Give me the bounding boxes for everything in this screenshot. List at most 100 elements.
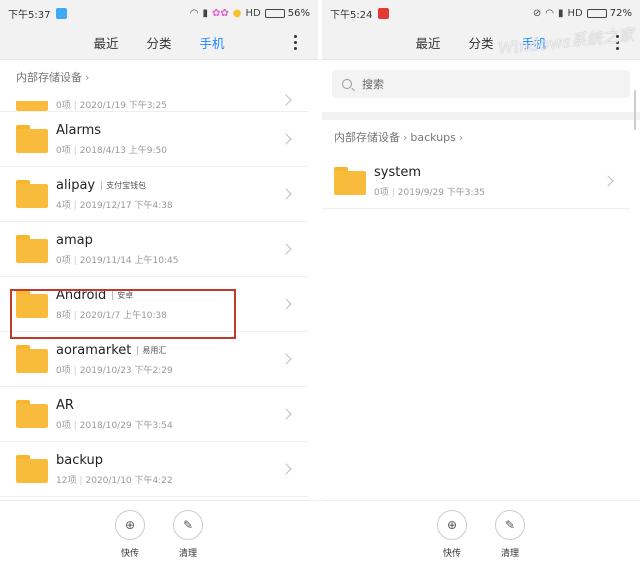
folder-name: aoramarket <box>56 342 132 358</box>
left-screen: 下午5:37 ◠ ▮ ✿✿ ● HD 56% 最近 分类 手机 内部存储设备 ›… <box>0 0 318 566</box>
item-date: 2018/10/29 下午3:54 <box>79 420 173 431</box>
list-item-aoramarket[interactable]: aoramarket 易用汇 0项 | 2019/10/23 下午2:29 <box>0 332 308 387</box>
item-date: 2019/12/17 下午4:38 <box>79 200 173 211</box>
scrollbar[interactable] <box>634 90 636 130</box>
item-date: 2020/1/7 上午10:38 <box>79 310 167 321</box>
signal-icon: ▮ <box>202 7 209 19</box>
item-count: 4项 <box>56 200 71 211</box>
battery-icon: 72% <box>586 7 632 19</box>
item-count: 0项 <box>56 420 71 431</box>
folder-name: Alarms <box>56 122 102 138</box>
breadcrumb: 内部存储设备 › backups › <box>322 120 640 154</box>
tab-category[interactable]: 分类 <box>146 33 171 52</box>
folder-name: alipay <box>56 177 96 193</box>
tab-category[interactable]: 分类 <box>468 33 493 52</box>
tab-recent[interactable]: 最近 <box>415 33 440 52</box>
tab-bar: 最近 分类 手机 <box>0 26 318 60</box>
item-count: 0项 <box>56 255 71 266</box>
alarm-icon: ⊘ <box>532 7 542 19</box>
breadcrumb-backups[interactable]: backups <box>410 131 456 144</box>
bottom-bar: ⊕ 快传 ✎ 清理 <box>322 500 640 566</box>
folder-tag: 安卓 <box>112 290 133 300</box>
notification-icon <box>378 7 390 19</box>
tab-phone[interactable]: 手机 <box>200 33 225 52</box>
status-time: 下午5:24 <box>330 9 373 21</box>
folder-name: AR <box>56 397 74 413</box>
item-count: 0项 <box>374 187 389 198</box>
folder-icon <box>16 345 48 373</box>
folder-icon <box>16 400 48 428</box>
status-time: 下午5:37 <box>8 9 51 21</box>
item-count: 0项 <box>56 101 71 111</box>
status-hd: HD <box>567 7 583 19</box>
status-bar: 下午5:24 ⊘ ◠ ▮ HD 72% <box>322 0 640 26</box>
clean-button[interactable]: ✎ 清理 <box>168 510 208 566</box>
tab-recent[interactable]: 最近 <box>93 33 118 52</box>
chevron-right-icon: › <box>85 70 90 84</box>
chevron-right-icon: › <box>458 130 464 144</box>
folder-icon <box>16 101 48 111</box>
wifi-icon: ◠ <box>189 7 199 19</box>
list-item-alipay[interactable]: alipay 支付宝钱包 4项 | 2019/12/17 下午4:38 <box>0 167 308 222</box>
item-count: 0项 <box>56 365 71 376</box>
folder-name: amap <box>56 232 93 248</box>
folder-icon <box>16 455 48 483</box>
list-item-android[interactable]: Android 安卓 8项 | 2020/1/7 上午10:38 <box>0 277 308 332</box>
broom-icon: ✎ <box>173 510 203 540</box>
breadcrumb-internal-storage[interactable]: 内部存储设备 <box>334 129 400 145</box>
item-date: 2020/1/19 下午3:25 <box>79 101 167 111</box>
notification-icon <box>56 7 68 19</box>
battery-percent: 72% <box>609 7 632 19</box>
item-date: 2018/4/13 上午9:50 <box>79 145 167 156</box>
folder-icon <box>16 125 48 153</box>
broom-icon: ✎ <box>495 510 525 540</box>
folder-icon <box>16 290 48 318</box>
list-item[interactable]: 0项 | 2020/1/19 下午3:25 <box>0 94 308 112</box>
breadcrumb: 内部存储设备 › <box>0 60 318 94</box>
search-placeholder: 搜索 <box>362 78 384 91</box>
battery-icon: 56% <box>264 8 310 19</box>
folder-tag: 易用汇 <box>137 345 166 355</box>
flower-icon: ✿✿ <box>212 7 229 19</box>
item-date: 2019/11/14 上午10:45 <box>79 255 179 266</box>
send-button[interactable]: ⊕ 快传 <box>110 510 150 566</box>
send-icon: ⊕ <box>437 510 467 540</box>
wifi-icon: ◠ <box>545 7 555 19</box>
send-icon: ⊕ <box>115 510 145 540</box>
folder-icon <box>16 180 48 208</box>
folder-icon <box>16 235 48 263</box>
bulb-icon: ● <box>232 7 242 19</box>
item-date: 2020/1/10 下午4:22 <box>85 475 173 486</box>
search-input[interactable]: 搜索 <box>332 70 630 98</box>
folder-name: system <box>374 164 421 180</box>
status-bar: 下午5:37 ◠ ▮ ✿✿ ● HD 56% <box>0 0 318 26</box>
folder-name: backup <box>56 452 103 468</box>
folder-icon <box>334 167 366 195</box>
search-icon <box>342 79 352 89</box>
list-item-system[interactable]: system 0项 | 2019/9/29 下午3:35 <box>322 154 630 209</box>
clean-button[interactable]: ✎ 清理 <box>490 510 530 566</box>
bottom-bar: ⊕ 快传 ✎ 清理 <box>0 500 318 566</box>
chevron-right-icon: › <box>403 130 408 144</box>
item-date: 2019/10/23 下午2:29 <box>79 365 173 376</box>
send-label: 快传 <box>120 549 139 559</box>
more-vertical-icon[interactable] <box>294 35 298 50</box>
item-count: 12项 <box>56 475 77 486</box>
clean-label: 清理 <box>178 549 197 559</box>
send-button[interactable]: ⊕ 快传 <box>432 510 472 566</box>
right-screen: 下午5:24 ⊘ ◠ ▮ HD 72% 最近 分类 手机 Windows系统之家… <box>322 0 640 566</box>
list-item-backup[interactable]: backup 12项 | 2020/1/10 下午4:22 <box>0 442 308 497</box>
status-hd: HD <box>245 7 261 19</box>
section-divider <box>322 112 640 120</box>
list-item-alarms[interactable]: Alarms 0项 | 2018/4/13 上午9:50 <box>0 112 308 167</box>
clean-label: 清理 <box>500 549 519 559</box>
item-count: 0项 <box>56 145 71 156</box>
list-item-ar[interactable]: AR 0项 | 2018/10/29 下午3:54 <box>0 387 308 442</box>
item-date: 2019/9/29 下午3:35 <box>397 187 485 198</box>
breadcrumb-internal-storage[interactable]: 内部存储设备 <box>16 69 82 85</box>
list-item-amap[interactable]: amap 0项 | 2019/11/14 上午10:45 <box>0 222 308 277</box>
item-count: 8项 <box>56 310 71 321</box>
send-label: 快传 <box>442 549 461 559</box>
folder-name: Android <box>56 287 107 303</box>
folder-tag: 支付宝钱包 <box>101 180 146 190</box>
